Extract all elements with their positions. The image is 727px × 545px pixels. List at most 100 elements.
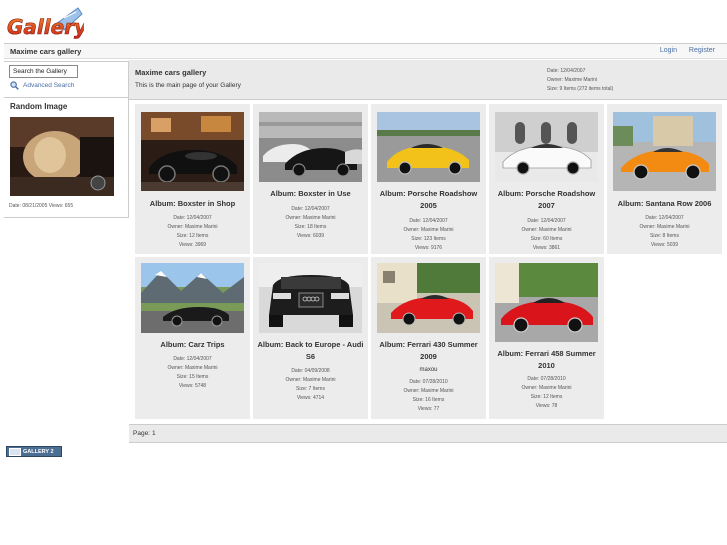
album-meta: Date: 12/04/2007 Owner: Maxime Marini Si… <box>491 217 602 253</box>
page-title: Maxime cars gallery <box>135 68 207 77</box>
login-link[interactable]: Login <box>660 47 677 54</box>
album-extra-label: maxou <box>419 367 438 373</box>
random-image[interactable] <box>10 117 114 196</box>
album-size: Size: 7 Items <box>296 386 325 392</box>
gallery-breadcrumb-title[interactable]: Maxime cars gallery <box>10 47 81 56</box>
album-meta: Date: 12/04/2007 Owner: Maxime Marini Si… <box>137 214 248 250</box>
album-owner: Owner: Maxime Marini <box>285 215 336 221</box>
album-date: Date: 12/04/2007 <box>291 206 330 212</box>
album-item[interactable]: Album: Porsche Roadshow 2007 Date: 12/04… <box>489 104 604 254</box>
album-thumbnail[interactable] <box>377 112 480 182</box>
album-date: Date: 12/04/2007 <box>409 218 448 224</box>
album-date: Date: 04/09/2008 <box>291 368 330 374</box>
gallery-badge-icon <box>9 448 21 456</box>
album-thumbnail-photo <box>377 263 480 333</box>
album-meta: Date: 12/04/2007 Owner: Maxime Marini Si… <box>373 217 484 253</box>
page-description: This is the main page of your Gallery <box>135 82 241 89</box>
album-info-size: Size: 9 Items (272 items total) <box>547 86 614 92</box>
gallery2-badge[interactable]: GALLERY 2 <box>6 446 62 457</box>
page-current: 1 <box>152 430 156 437</box>
album-title[interactable]: Album: Boxster in Use <box>255 188 366 200</box>
album-thumbnail[interactable] <box>495 263 598 342</box>
album-thumbnail-photo <box>377 112 480 182</box>
random-image-photo <box>10 117 114 196</box>
album-owner: Owner: Maxime Marini <box>521 385 572 391</box>
album-info-owner: Owner: Maxime Marini <box>547 77 598 83</box>
album-item[interactable]: Album: Ferrari 458 Summer 2010 Date: 07/… <box>489 257 604 419</box>
sidebar: Advanced Search Random Image Date: 08/21… <box>4 61 129 218</box>
album-views: Views: 3969 <box>178 242 207 248</box>
album-date: Date: 12/04/2007 <box>527 218 566 224</box>
album-item[interactable]: Album: Back to Europe - Audi S6 Date: 04… <box>253 257 368 419</box>
album-owner: Owner: Maxime Marini <box>167 365 218 371</box>
gallery-logo[interactable]: Gallery <box>6 6 84 40</box>
sidebar-divider <box>4 97 129 98</box>
album-title[interactable]: Album: Carz Trips <box>137 339 248 351</box>
album-views: Views: 4714 <box>296 395 325 401</box>
advanced-search-link[interactable]: Advanced Search <box>10 81 74 90</box>
album-thumbnail-photo <box>259 112 362 182</box>
album-meta: Date: 07/28/2010 Owner: Maxime Marini Si… <box>491 375 602 411</box>
album-thumbnail[interactable] <box>141 263 244 333</box>
random-image-meta: Date: 08/21/2005 Views: 655 <box>9 203 74 209</box>
album-info-date: Date: 12/04/2007 <box>547 68 586 74</box>
album-owner: Owner: Maxime Marini <box>403 388 454 394</box>
album-header: Maxime cars gallery This is the main pag… <box>129 60 727 100</box>
album-item[interactable]: Album: Boxster in Use Date: 12/04/2007 O… <box>253 104 368 254</box>
album-size: Size: 60 Items <box>530 236 563 242</box>
album-owner: Owner: Maxime Marini <box>403 227 454 233</box>
album-thumbnail[interactable] <box>613 112 716 191</box>
album-item[interactable]: Album: Santana Row 2006 Date: 12/04/2007… <box>607 104 722 254</box>
album-item[interactable]: Album: Carz Trips Date: 12/04/2007 Owner… <box>135 257 250 419</box>
album-item[interactable]: Album: Porsche Roadshow 2005 Date: 12/04… <box>371 104 486 254</box>
album-views: Views: 78 <box>535 403 558 409</box>
album-title[interactable]: Album: Boxster in Shop <box>137 198 248 210</box>
album-thumbnail[interactable] <box>141 112 244 191</box>
top-bar: Maxime cars gallery Login Register <box>4 43 727 59</box>
album-date: Date: 12/04/2007 <box>173 215 212 221</box>
album-owner: Owner: Maxime Marini <box>167 224 218 230</box>
album-thumbnail[interactable] <box>495 112 598 182</box>
random-image-title: Random Image <box>10 102 68 111</box>
album-size: Size: 18 Items <box>294 224 327 230</box>
album-meta: Date: 12/04/2007 Owner: Maxime Marini Si… <box>609 214 720 250</box>
album-thumbnail[interactable] <box>259 112 362 182</box>
album-views: Views: 5748 <box>178 383 207 389</box>
album-item[interactable]: Album: Boxster in Shop Date: 12/04/2007 … <box>135 104 250 254</box>
album-thumbnail-photo <box>141 263 244 333</box>
album-views: Views: 3861 <box>532 245 561 251</box>
album-size: Size: 15 Items <box>176 374 209 380</box>
album-date: Date: 12/04/2007 <box>173 356 212 362</box>
album-thumbnail-photo <box>495 263 598 342</box>
svg-text:Gallery: Gallery <box>7 15 84 39</box>
album-views: Views: 5039 <box>650 242 679 248</box>
album-meta: Date: 04/09/2008 Owner: Maxime Marini Si… <box>255 367 366 403</box>
album-thumbnail-photo <box>259 263 362 333</box>
album-meta: Date: 07/28/2010 Owner: Maxime Marini Si… <box>373 378 484 414</box>
album-title[interactable]: Album: Ferrari 430 Summer 2009 <box>373 339 484 363</box>
gallery2-badge-label: GALLERY 2 <box>23 448 54 455</box>
album-title[interactable]: Album: Porsche Roadshow 2005 <box>373 188 484 212</box>
album-views: Views: 6039 <box>296 233 325 239</box>
album-info: Date: 12/04/2007 Owner: Maxime Marini Si… <box>547 67 613 94</box>
page-label: Page: <box>133 430 150 437</box>
album-thumbnail-photo <box>613 112 716 191</box>
register-link[interactable]: Register <box>689 47 715 54</box>
album-owner: Owner: Maxime Marini <box>285 377 336 383</box>
gallery-logo-graphic: Gallery <box>7 7 84 39</box>
album-thumbnail-photo <box>495 112 598 182</box>
pager: Page: 1 <box>129 424 727 443</box>
album-date: Date: 07/28/2010 <box>409 379 448 385</box>
album-meta: Date: 12/04/2007 Owner: Maxime Marini Si… <box>255 205 366 241</box>
album-title[interactable]: Album: Porsche Roadshow 2007 <box>491 188 602 212</box>
album-owner: Owner: Maxime Marini <box>639 224 690 230</box>
album-size: Size: 12 Items <box>530 394 563 400</box>
album-title[interactable]: Album: Ferrari 458 Summer 2010 <box>491 348 602 372</box>
album-views: Views: 9176 <box>414 245 443 251</box>
album-item[interactable]: Album: Ferrari 430 Summer 2009 maxou Dat… <box>371 257 486 419</box>
album-title[interactable]: Album: Back to Europe - Audi S6 <box>255 339 366 363</box>
album-thumbnail[interactable] <box>377 263 480 333</box>
album-thumbnail[interactable] <box>259 263 362 333</box>
search-input[interactable] <box>9 65 78 78</box>
album-title[interactable]: Album: Santana Row 2006 <box>609 198 720 210</box>
